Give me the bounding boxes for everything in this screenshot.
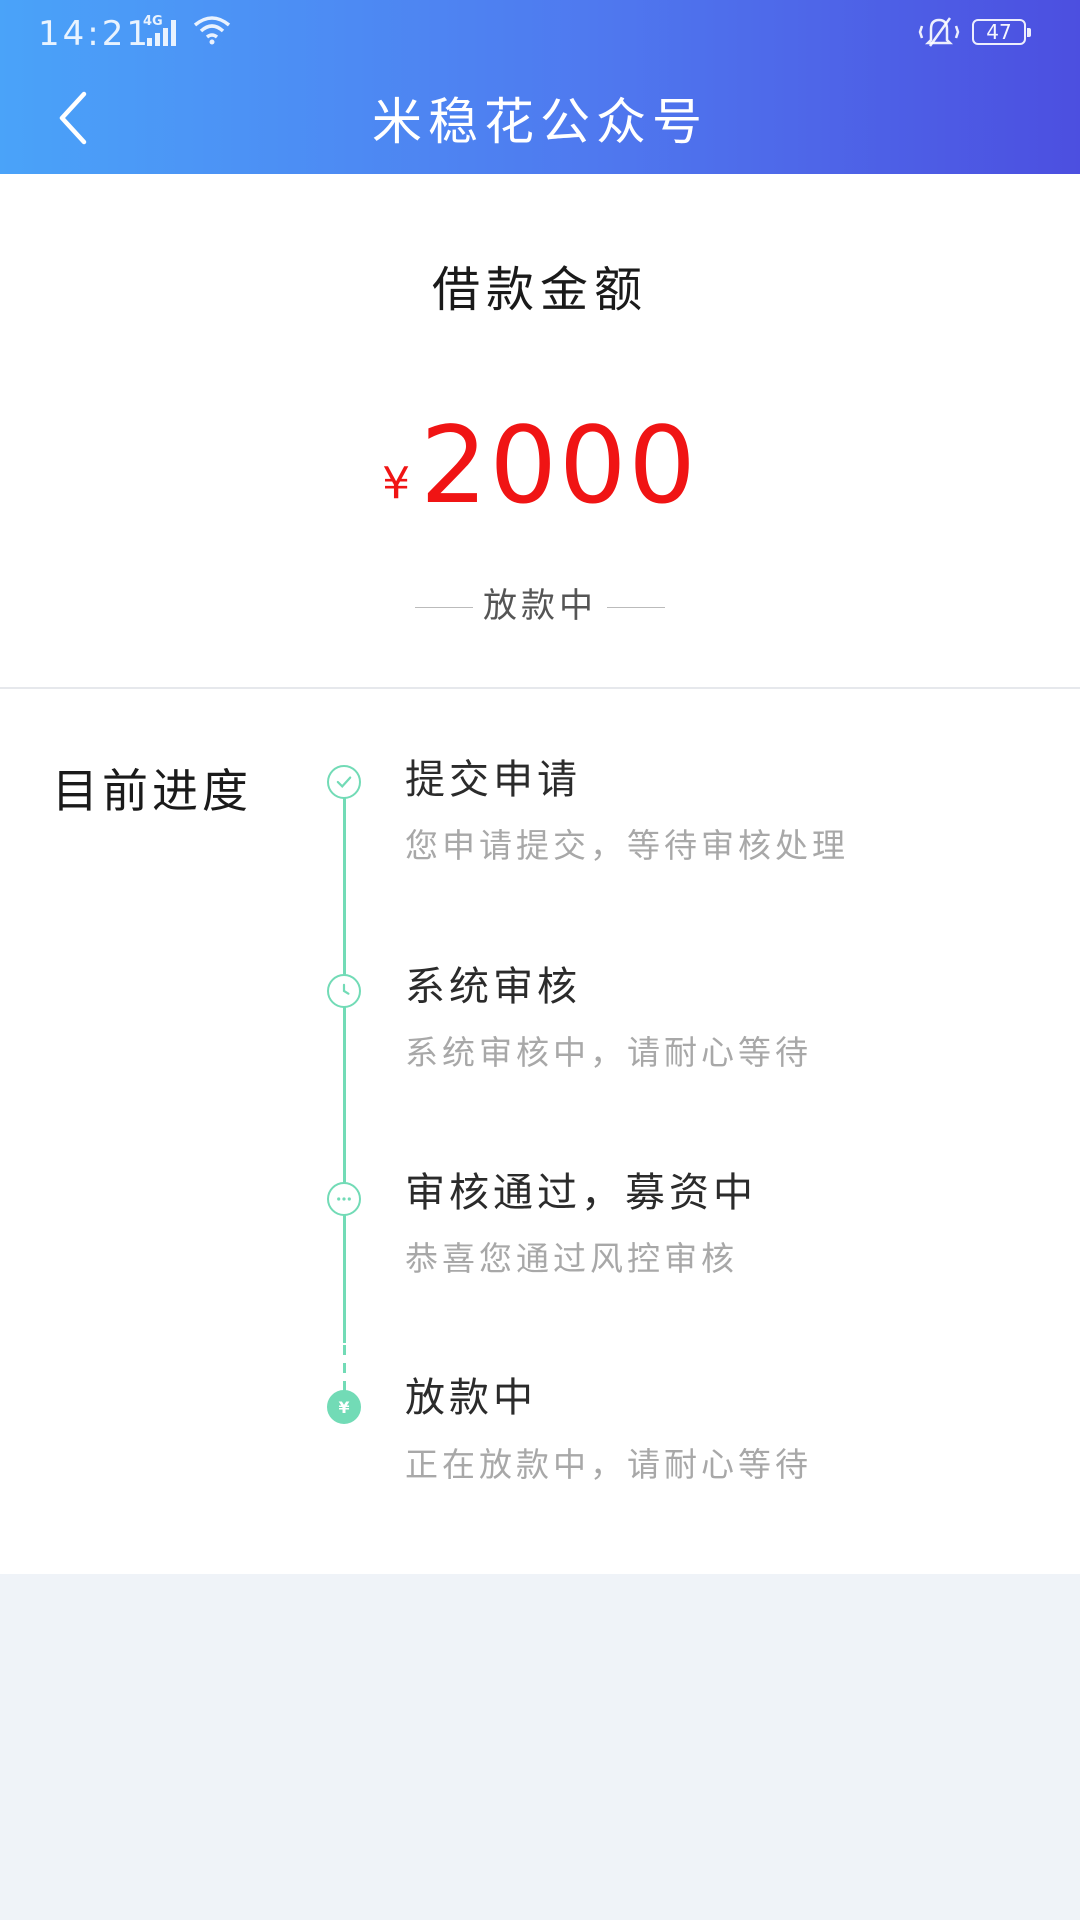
step-name: 系统审核 bbox=[405, 964, 581, 1010]
loan-amount-title: 借款金额 bbox=[431, 262, 648, 318]
loan-amount: ¥2000 bbox=[0, 404, 1080, 527]
ellipsis-icon bbox=[327, 1182, 361, 1216]
step-description: 正在放款中，请耐心等待 bbox=[405, 1445, 812, 1484]
step-name: 提交申请 bbox=[405, 757, 581, 803]
divider bbox=[607, 607, 665, 608]
loan-status: 放款中 bbox=[0, 578, 1080, 627]
clock-icon bbox=[327, 974, 361, 1008]
loan-summary-card: 借款金额 ¥2000 放款中 bbox=[0, 174, 1080, 689]
signal-icon: 4G bbox=[143, 14, 191, 50]
step-name: 审核通过，募资中 bbox=[405, 1170, 757, 1216]
step-description: 恭喜您通过风控审核 bbox=[405, 1239, 738, 1278]
yen-icon: ¥ bbox=[327, 1390, 361, 1424]
status-time: 14:21 bbox=[38, 14, 151, 54]
vibrate-icon bbox=[918, 17, 960, 47]
wifi-icon bbox=[193, 16, 231, 45]
page-title: 米稳花公众号 bbox=[372, 93, 708, 151]
step-description: 系统审核中，请耐心等待 bbox=[405, 1033, 812, 1072]
app-header: 14:21 4G 47 米稳花公众号 bbox=[0, 0, 1080, 174]
svg-text:¥: ¥ bbox=[338, 1398, 349, 1417]
step-description: 您申请提交，等待审核处理 bbox=[405, 826, 849, 865]
amount-value: 2000 bbox=[420, 404, 698, 527]
timeline-line bbox=[343, 783, 346, 1343]
divider bbox=[415, 607, 473, 608]
progress-label: 目前进度 bbox=[52, 764, 252, 818]
check-icon bbox=[327, 765, 361, 799]
progress-card: 目前进度 提交申请 您申请提交，等待审核处理 系统审核 系统审核中，请耐心等待 … bbox=[0, 689, 1080, 1574]
step-name: 放款中 bbox=[405, 1375, 537, 1421]
currency-symbol: ¥ bbox=[382, 458, 411, 509]
timeline-dashed-line bbox=[343, 1345, 346, 1395]
battery-indicator: 47 bbox=[972, 19, 1031, 45]
loan-status-text: 放款中 bbox=[483, 586, 597, 626]
